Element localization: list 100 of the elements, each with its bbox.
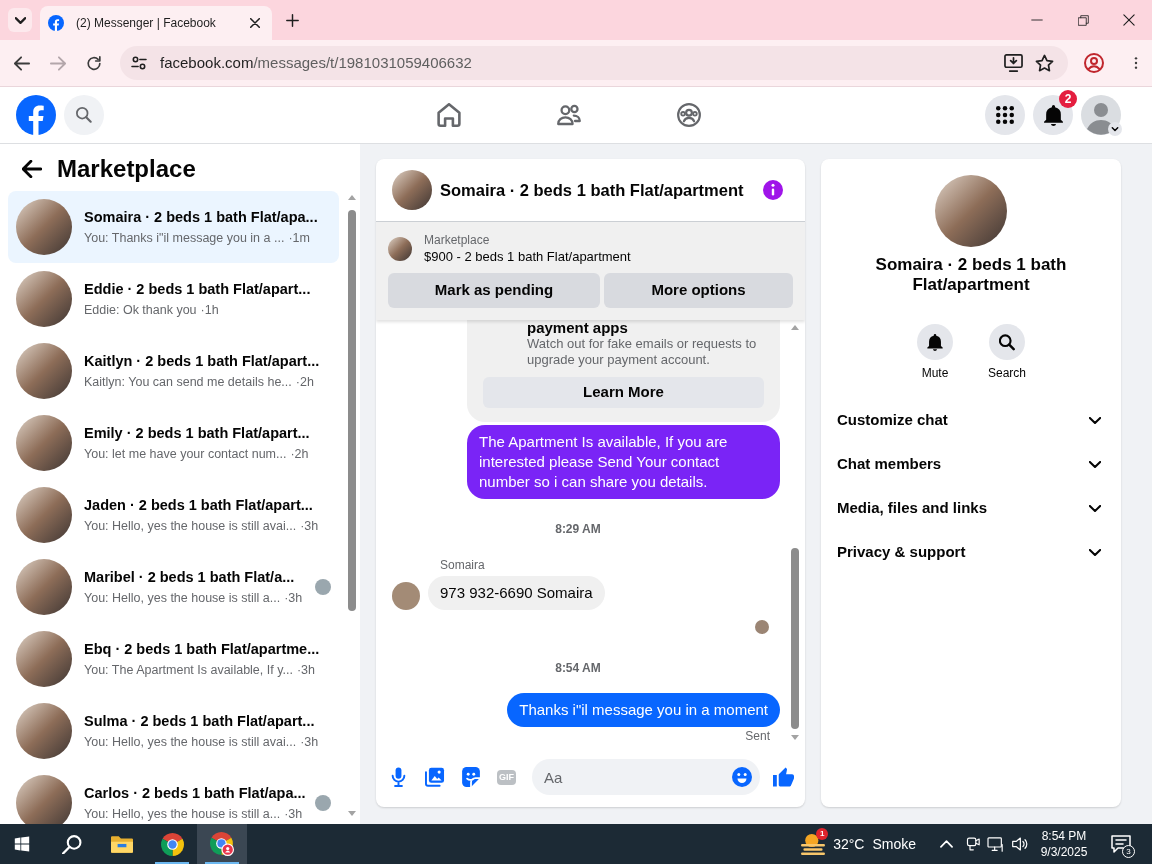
photo-avatar <box>16 487 72 543</box>
conversation-item[interactable]: Somaira · 2 beds 1 bath Flat/apa... You: Thanks i"il message you in a ... ·1m <box>8 191 339 263</box>
listing-action-button[interactable]: More options <box>604 273 793 308</box>
reload-icon[interactable] <box>86 55 102 71</box>
install-app-icon[interactable] <box>1004 54 1023 72</box>
learn-more-button[interactable]: Learn More <box>483 377 764 408</box>
message-preview: You: Hello, yes the house is still avai... <box>84 517 297 535</box>
scrollbar-thumb[interactable] <box>791 548 799 729</box>
message-bubble: 973 932-6690 Somaira <box>428 576 605 610</box>
search-icon <box>76 107 92 123</box>
logo-icon[interactable] <box>16 95 56 135</box>
photo-avatar <box>16 631 72 687</box>
site-settings-icon[interactable] <box>131 56 147 70</box>
message-preview: You: Hello, yes the house is still avai... <box>84 733 297 751</box>
notification-center-icon[interactable] <box>1111 835 1131 853</box>
info-icon[interactable] <box>763 180 783 200</box>
conversation-title: Eddie · 2 beds 1 bath Flat/apart... <box>84 279 312 299</box>
address-bar[interactable]: facebook.com/messages/t/1981031059406632 <box>120 46 1068 80</box>
menu-icon[interactable] <box>1134 56 1138 70</box>
details-section[interactable]: Chat members <box>837 442 1105 486</box>
notifications-button[interactable] <box>1033 95 1073 135</box>
back-arrow-icon[interactable] <box>14 55 30 71</box>
message-preview: You: Hello, yes the house is still a... <box>84 589 281 607</box>
message-timestamp: 8:29 AM <box>555 521 601 537</box>
sender-name: Somaira <box>440 557 485 573</box>
microphone-icon[interactable] <box>391 767 406 787</box>
photo-avatar <box>16 271 72 327</box>
message-preview: You: let me have your contact num... <box>84 445 287 463</box>
details-section[interactable]: Privacy & support <box>837 530 1105 574</box>
listing-price: $900 - 2 beds 1 bath Flat/apartment <box>424 248 631 266</box>
windows-logo-icon <box>14 836 30 852</box>
message-timestamp: 8:54 AM <box>555 660 601 676</box>
chevron-down-icon[interactable] <box>1108 122 1122 136</box>
menu-button[interactable] <box>985 95 1025 135</box>
chevron-up-icon[interactable] <box>940 840 953 848</box>
restore-icon[interactable] <box>1077 14 1089 26</box>
search-icon <box>62 834 82 854</box>
conversation-title: Ebq · 2 beds 1 bath Flat/apartme... <box>84 639 321 659</box>
sticker-icon[interactable] <box>461 767 481 787</box>
weather-icon[interactable] <box>801 832 826 855</box>
photo-avatar <box>16 415 72 471</box>
details-title: Somaira · 2 beds 1 bath Flat/apartment <box>874 255 1068 295</box>
message-preview: You: Thanks i"il message you in a ... <box>84 229 285 247</box>
sidebar-title: Marketplace <box>57 154 196 184</box>
close-icon[interactable] <box>1123 14 1135 26</box>
message-bubble: The Apartment Is available, If you are interested please Send Your contact number so i can share you details. <box>467 425 780 499</box>
section-label: Chat members <box>837 453 942 474</box>
conversation-title: Emily · 2 beds 1 bath Flat/apart... <box>84 423 311 443</box>
close-tab-icon[interactable] <box>250 18 260 28</box>
thumbs-up-icon[interactable] <box>773 767 794 787</box>
photo-avatar <box>16 703 72 759</box>
message-input[interactable]: Aa <box>532 759 760 795</box>
home-nav-icon[interactable] <box>437 103 461 127</box>
photo-avatar <box>388 237 412 261</box>
message-time: ·3h <box>300 517 319 535</box>
message-time: ·3h <box>296 661 315 679</box>
weather-temperature: 32°C <box>833 834 865 854</box>
details-section[interactable]: Customize chat <box>837 398 1105 442</box>
browser-tab[interactable]: (2) Messenger | Facebook <box>40 6 272 40</box>
person-avatar <box>392 582 420 610</box>
mute-button[interactable] <box>917 324 953 360</box>
weather-condition: Smoke <box>872 834 916 854</box>
photo-avatar <box>392 170 432 210</box>
action-label: Mute <box>921 365 949 381</box>
groups-nav-icon[interactable] <box>677 103 701 127</box>
details-section[interactable]: Media, files and links <box>837 486 1105 530</box>
browser-icon <box>210 832 234 856</box>
friends-nav-icon[interactable] <box>557 103 581 127</box>
profile-icon[interactable] <box>1084 53 1104 73</box>
camera-icon[interactable] <box>965 837 980 851</box>
message-preview: You: Hello, yes the house is still a... <box>84 805 281 823</box>
search-button[interactable] <box>989 324 1025 360</box>
seen-avatar <box>755 620 769 634</box>
message-time: ·1h <box>200 301 219 319</box>
back-arrow-icon[interactable] <box>22 160 42 178</box>
conversation-title: Kaitlyn · 2 beds 1 bath Flat/apart... <box>84 351 321 371</box>
notification-badge: 3 <box>1122 845 1135 858</box>
scrollbar-thumb[interactable] <box>348 210 356 611</box>
folder-icon <box>111 834 133 854</box>
notice-title: payment apps <box>527 320 629 336</box>
speaker-icon[interactable] <box>1011 837 1028 851</box>
bell-icon <box>1043 104 1063 126</box>
conversation-title: Sulma · 2 beds 1 bath Flat/apart... <box>84 711 316 731</box>
bookmark-star-icon[interactable] <box>1035 54 1054 72</box>
conversation-title: Somaira · 2 beds 1 bath Flat/apa... <box>84 207 319 227</box>
message-time: ·1m <box>288 229 310 247</box>
chevron-down-icon <box>14 16 26 24</box>
taskbar-button[interactable] <box>197 824 247 864</box>
photo-icon[interactable] <box>425 767 445 787</box>
new-tab-icon[interactable] <box>286 14 299 27</box>
weather-badge: 1 <box>816 828 829 840</box>
search-icon <box>999 333 1015 351</box>
network-icon[interactable] <box>987 836 1004 852</box>
notice-text: Watch out for fake emails or requests to upgrade your payment account. <box>527 336 758 368</box>
tab-list-button[interactable] <box>8 8 32 32</box>
grid-icon <box>996 106 1014 124</box>
emoji-icon[interactable] <box>732 767 752 787</box>
conversation-title: Jaden · 2 beds 1 bath Flat/apart... <box>84 495 314 515</box>
conversation-title: Maribel · 2 beds 1 bath Flat/a... <box>84 567 296 587</box>
listing-action-button[interactable]: Mark as pending <box>388 273 600 308</box>
